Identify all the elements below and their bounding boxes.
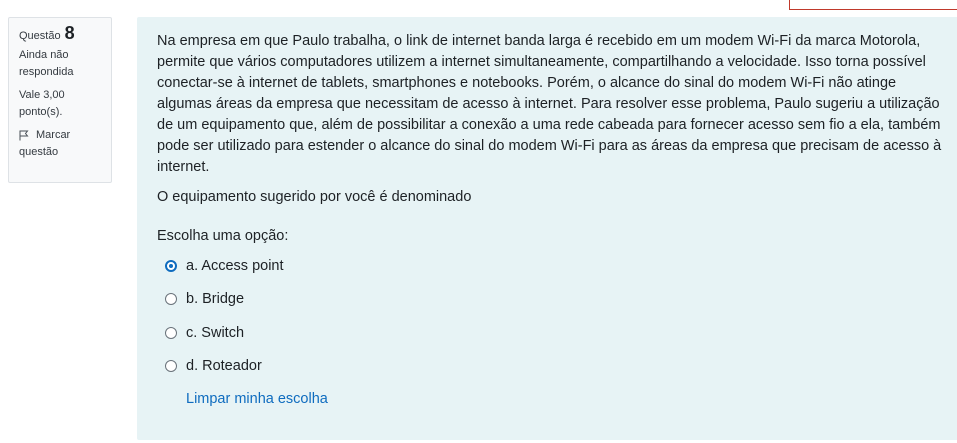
- question-content: Na empresa em que Paulo trabalha, o link…: [137, 17, 957, 440]
- option-c[interactable]: c. Switch: [157, 316, 939, 350]
- flag-question-button[interactable]: Marcar questão: [19, 127, 101, 161]
- question-state: Ainda não respondida: [19, 49, 74, 78]
- answer-options: a. Access point b. Bridge c. Switch d. R…: [157, 249, 939, 383]
- option-c-label[interactable]: c. Switch: [186, 325, 244, 341]
- question-number: Questão 8: [19, 23, 101, 45]
- radio-option-c[interactable]: [165, 326, 177, 339]
- option-a[interactable]: a. Access point: [157, 249, 939, 283]
- flag-icon: [19, 130, 29, 141]
- question-prompt: O equipamento sugerido por você é denomi…: [157, 189, 472, 205]
- question-text: Na empresa em que Paulo trabalha, o link…: [157, 33, 942, 175]
- question-number-value: 8: [64, 23, 75, 43]
- question-info-panel: Questão 8 Ainda não respondida Vale 3,00…: [8, 17, 112, 183]
- radio-option-d[interactable]: [165, 360, 177, 373]
- option-d-label[interactable]: d. Roteador: [186, 358, 262, 374]
- flag-label-line2: questão: [19, 146, 59, 158]
- radio-option-a[interactable]: [165, 259, 177, 272]
- option-b-label[interactable]: b. Bridge: [186, 291, 244, 307]
- quiz-page: Questão 8 Ainda não respondida Vale 3,00…: [0, 0, 957, 443]
- option-b[interactable]: b. Bridge: [157, 283, 939, 317]
- choose-option-label: Escolha uma opção:: [157, 228, 289, 244]
- question-word: Questão: [19, 30, 61, 42]
- clear-choice-link[interactable]: Limpar minha escolha: [186, 391, 328, 407]
- option-d[interactable]: d. Roteador: [157, 350, 939, 384]
- flag-label-line1: Marcar: [36, 129, 71, 141]
- option-a-label[interactable]: a. Access point: [186, 258, 284, 274]
- question-grade: Vale 3,00 ponto(s).: [19, 89, 65, 118]
- radio-option-b[interactable]: [165, 293, 177, 306]
- top-navigation-box-edge: [789, 0, 957, 10]
